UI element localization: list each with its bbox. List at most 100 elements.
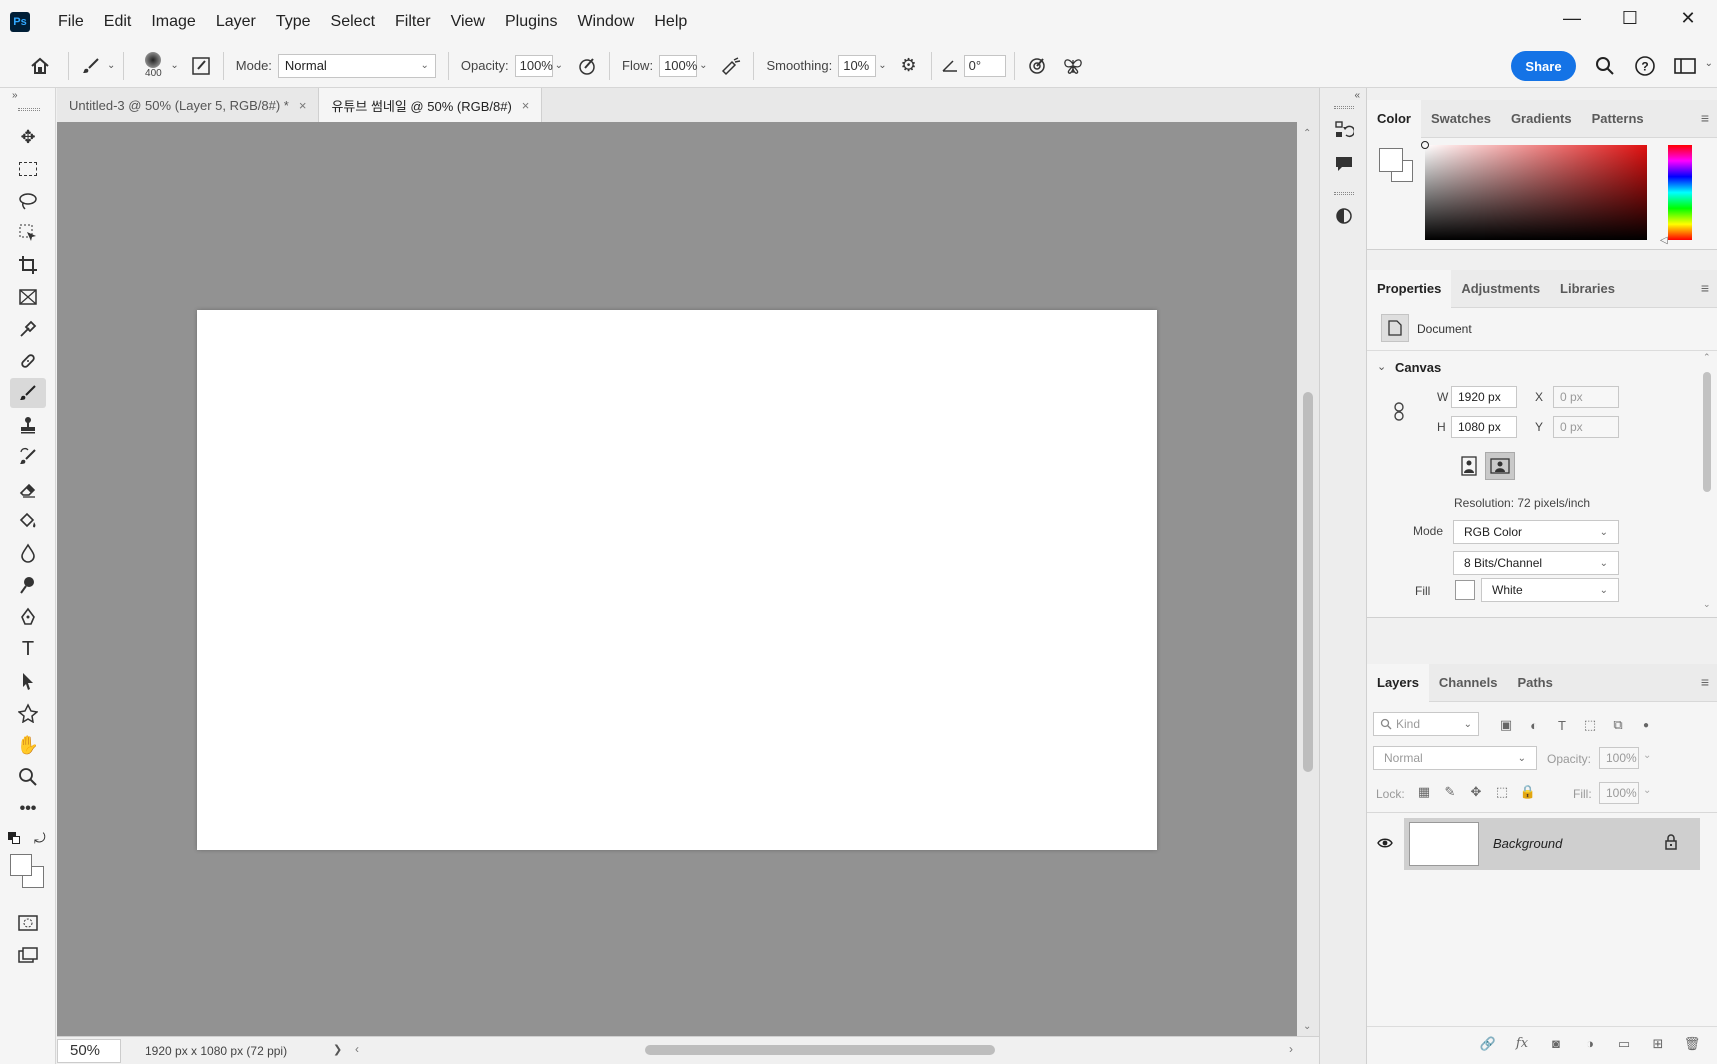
brush-settings-icon[interactable] xyxy=(187,52,215,80)
tab-paths[interactable]: Paths xyxy=(1507,664,1562,702)
zoom-tool-icon[interactable] xyxy=(10,762,46,792)
opacity-input[interactable]: 100% xyxy=(514,54,553,77)
lasso-tool-icon[interactable] xyxy=(10,186,46,216)
new-adjustment-layer-icon[interactable]: ◑ xyxy=(1579,1033,1601,1055)
chevron-down-icon[interactable]: ⌄ xyxy=(699,60,707,71)
history-brush-tool-icon[interactable] xyxy=(10,442,46,472)
layer-opacity-input[interactable]: 100% xyxy=(1599,747,1639,769)
menu-file[interactable]: File xyxy=(48,0,94,44)
panel-menu-icon[interactable]: ≡ xyxy=(1701,674,1709,690)
link-layers-icon[interactable]: 🔗 xyxy=(1477,1033,1499,1055)
filter-toggle-icon[interactable]: ● xyxy=(1635,714,1657,736)
gear-icon[interactable]: ⚙ xyxy=(895,52,923,80)
new-layer-icon[interactable]: ⊞ xyxy=(1647,1033,1669,1055)
chevron-down-icon[interactable]: ⌄ xyxy=(878,60,886,71)
scroll-right-icon[interactable]: › xyxy=(1289,1042,1293,1056)
tab-gradients[interactable]: Gradients xyxy=(1501,100,1582,138)
share-button[interactable]: Share xyxy=(1511,51,1576,81)
properties-scrollbar[interactable]: ⌃ ⌄ xyxy=(1701,350,1713,610)
scroll-thumb[interactable] xyxy=(1703,372,1711,492)
menu-select[interactable]: Select xyxy=(321,0,385,44)
canvas-width-input[interactable]: 1920 px xyxy=(1451,386,1517,408)
blur-tool-icon[interactable] xyxy=(10,538,46,568)
screen-mode-icon[interactable] xyxy=(10,940,46,970)
marquee-tool-icon[interactable] xyxy=(10,154,46,184)
tab-libraries[interactable]: Libraries xyxy=(1550,270,1625,308)
scroll-thumb[interactable] xyxy=(645,1045,995,1055)
fill-select[interactable]: White ⌄ xyxy=(1481,578,1619,602)
link-icon[interactable] xyxy=(1393,402,1405,425)
swap-colors-icon[interactable]: ⤾ xyxy=(34,830,46,847)
chevron-down-icon[interactable]: ⌄ xyxy=(555,60,563,71)
vertical-scrollbar[interactable]: ⌃ ⌄ xyxy=(1297,122,1319,1036)
tab-youtube-thumbnail[interactable]: 유튜브 썸네일 @ 50% (RGB/8#) × xyxy=(319,88,543,122)
menu-layer[interactable]: Layer xyxy=(206,0,266,44)
canvas-area[interactable] xyxy=(57,122,1297,1036)
lock-image-icon[interactable]: ✎ xyxy=(1439,781,1461,803)
smoothing-input[interactable]: 10% xyxy=(838,54,877,77)
eyedropper-tool-icon[interactable] xyxy=(10,314,46,344)
healing-brush-tool-icon[interactable] xyxy=(10,346,46,376)
filter-type-icon[interactable]: T xyxy=(1551,714,1573,736)
history-icon[interactable] xyxy=(1330,116,1358,144)
tab-channels[interactable]: Channels xyxy=(1429,664,1508,702)
tab-swatches[interactable]: Swatches xyxy=(1421,100,1501,138)
menu-type[interactable]: Type xyxy=(266,0,321,44)
filter-shape-icon[interactable]: ⬚ xyxy=(1579,714,1601,736)
add-mask-icon[interactable]: ◙ xyxy=(1545,1033,1567,1055)
more-tools-icon[interactable]: ••• xyxy=(10,794,46,824)
hand-tool-icon[interactable]: ✋ xyxy=(10,730,46,760)
close-tab-icon[interactable]: × xyxy=(299,98,307,113)
type-tool-icon[interactable]: T xyxy=(10,634,46,664)
lock-position-icon[interactable]: ✥ xyxy=(1465,781,1487,803)
lock-all-icon[interactable]: 🔒 xyxy=(1517,781,1539,803)
menu-image[interactable]: Image xyxy=(141,0,205,44)
scroll-up-icon[interactable]: ⌃ xyxy=(1703,352,1711,363)
chevron-down-icon[interactable]: ⌄ xyxy=(1643,750,1651,761)
tab-layers[interactable]: Layers xyxy=(1367,663,1429,702)
menu-window[interactable]: Window xyxy=(567,0,644,44)
zoom-level-input[interactable]: 50% xyxy=(57,1038,121,1063)
path-selection-tool-icon[interactable] xyxy=(10,666,46,696)
pressure-size-icon[interactable] xyxy=(1023,52,1051,80)
portrait-orientation-icon[interactable] xyxy=(1457,452,1481,480)
canvas-y-input[interactable]: 0 px xyxy=(1553,416,1619,438)
frame-tool-icon[interactable] xyxy=(10,282,46,312)
scroll-down-icon[interactable]: ⌄ xyxy=(1303,1021,1311,1032)
chevron-down-icon[interactable]: ⌄ xyxy=(1377,360,1386,373)
custom-shape-tool-icon[interactable] xyxy=(10,698,46,728)
tab-patterns[interactable]: Patterns xyxy=(1582,100,1654,138)
scroll-left-icon[interactable]: ‹ xyxy=(355,1042,359,1056)
fill-color-swatch[interactable] xyxy=(1455,580,1475,600)
dodge-tool-icon[interactable] xyxy=(10,570,46,600)
crop-tool-icon[interactable] xyxy=(10,250,46,280)
tab-properties[interactable]: Properties xyxy=(1367,269,1452,308)
canvas-x-input[interactable]: 0 px xyxy=(1553,386,1619,408)
close-tab-icon[interactable]: × xyxy=(522,98,530,113)
scroll-thumb[interactable] xyxy=(1303,392,1313,772)
home-icon[interactable] xyxy=(26,52,54,80)
quick-mask-icon[interactable] xyxy=(10,908,46,938)
color-field[interactable] xyxy=(1421,141,1647,240)
adjustments-icon[interactable] xyxy=(1330,202,1358,230)
chevron-down-icon[interactable]: ⌄ xyxy=(170,60,178,71)
horizontal-scrollbar[interactable]: ‹ › xyxy=(355,1042,1295,1057)
layer-filter-kind-select[interactable]: Kind ⌄ xyxy=(1373,712,1479,736)
drag-handle[interactable] xyxy=(1334,106,1354,109)
chevron-down-icon[interactable]: ⌄ xyxy=(1705,58,1713,69)
drag-handle[interactable] xyxy=(1334,192,1354,195)
foreground-color-swatch[interactable] xyxy=(10,854,32,876)
menu-filter[interactable]: Filter xyxy=(385,0,441,44)
flow-input[interactable]: 100% xyxy=(659,54,697,77)
workspace-icon[interactable] xyxy=(1671,52,1699,80)
maximize-button[interactable]: ☐ xyxy=(1601,0,1659,36)
hue-slider[interactable]: ◁ xyxy=(1660,145,1692,246)
pen-tool-icon[interactable] xyxy=(10,602,46,632)
clone-stamp-tool-icon[interactable] xyxy=(10,410,46,440)
chevron-down-icon[interactable]: ⌄ xyxy=(107,60,115,71)
default-colors-icon[interactable] xyxy=(8,832,20,844)
help-icon[interactable]: ? xyxy=(1631,52,1659,80)
foreground-color-swatch[interactable] xyxy=(1379,148,1403,172)
menu-view[interactable]: View xyxy=(441,0,495,44)
filter-pixel-icon[interactable]: ▣ xyxy=(1495,714,1517,736)
